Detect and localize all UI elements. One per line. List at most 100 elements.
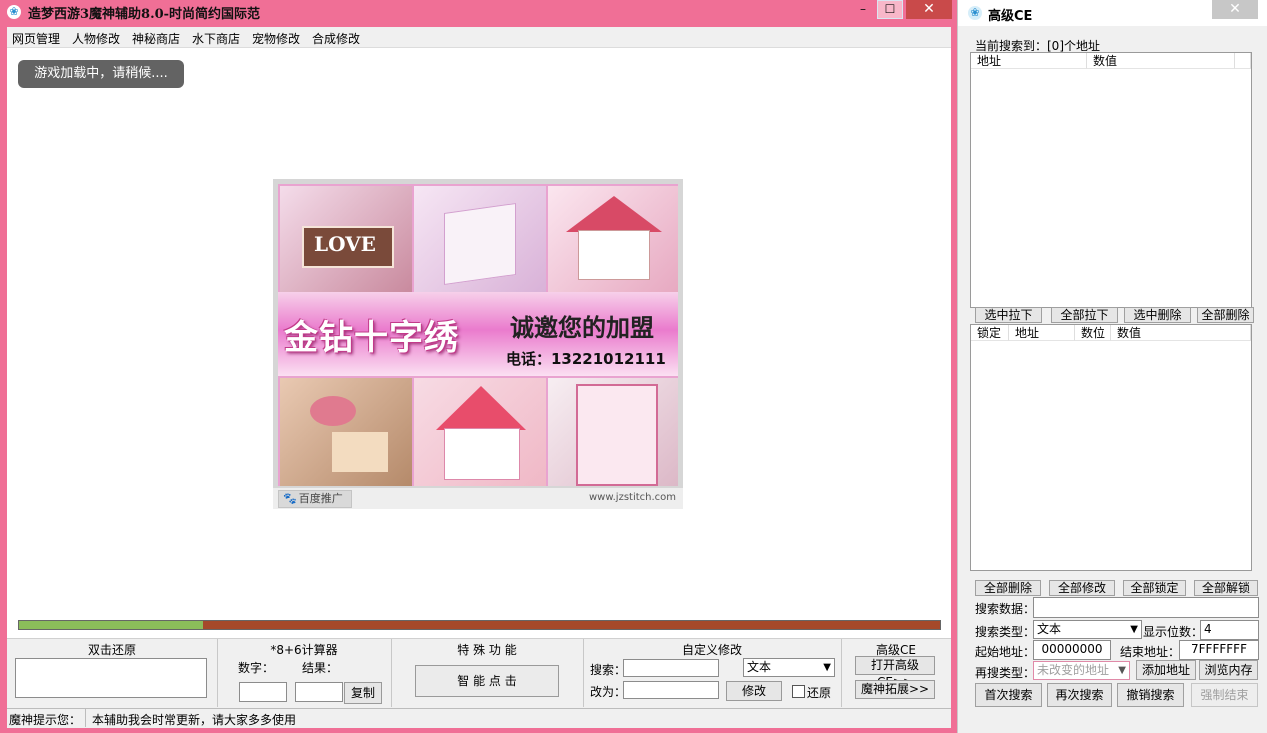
restore-checkbox[interactable] xyxy=(792,685,805,698)
close-button[interactable]: ✕ xyxy=(906,0,952,19)
number-label: 数字： xyxy=(238,661,275,675)
custom-change-input[interactable] xyxy=(623,681,719,699)
ad-badge[interactable]: 🐾 百度推广 xyxy=(278,490,352,508)
menu-synthesis-edit[interactable]: 合成修改 xyxy=(312,30,360,47)
ce-window: ❀ 高级CE ✕ 当前搜索到：[0]个地址 地址 数值 选中拉下 全部拉下 选中… xyxy=(957,0,1267,733)
ad-tile-caption: LOVE xyxy=(314,232,376,256)
app-icon: ❀ xyxy=(968,6,982,20)
display-digits-input[interactable]: 4 xyxy=(1200,620,1259,640)
status-text: 本辅助我会时常更新，请大家多多使用 xyxy=(92,713,297,727)
search-type-label: 搜索类型： xyxy=(975,625,1036,639)
group-calculator: *8+6计算器 数字： 结果： 复制 xyxy=(217,639,392,707)
browse-memory-button[interactable]: 浏览内存 xyxy=(1199,660,1258,680)
group-custom-modify: 自定义修改 搜索： 改为： 文本 ▼ 修改 还原 xyxy=(583,639,842,707)
group-restore: 双击还原 xyxy=(7,639,218,707)
number-input[interactable] xyxy=(239,682,287,702)
menu-underwater-shop[interactable]: 水下商店 xyxy=(192,30,240,47)
first-search-button[interactable]: 首次搜索 xyxy=(975,683,1042,707)
open-advanced-ce-button[interactable]: 打开高级CE>> xyxy=(855,656,935,689)
ad-badge-label: 百度推广 xyxy=(298,492,343,505)
custom-type-select[interactable]: 文本 ▼ xyxy=(743,658,835,677)
main-window: ❀ 造梦西游3魔神辅助8.0-时尚简约国际范 – ☐ ✕ 网页管理 人物修改 神… xyxy=(0,0,957,733)
status-bar: 魔神提示您： 本辅助我会时常更新，请大家多多使用 xyxy=(7,708,951,728)
status-divider xyxy=(85,709,86,727)
list-header-filler xyxy=(1235,53,1251,69)
loading-progress-fill xyxy=(19,621,203,629)
lock-delete-all-button[interactable]: 全部删除 xyxy=(975,580,1041,596)
lock-modify-all-button[interactable]: 全部修改 xyxy=(1049,580,1115,596)
result-label: 结果： xyxy=(302,661,339,675)
lock-header-digits[interactable]: 数位 xyxy=(1075,325,1111,341)
loading-progress-bar xyxy=(18,620,941,630)
start-address-input[interactable]: 00000000 xyxy=(1033,640,1111,660)
ad-brand-text: 金钻十字绣 xyxy=(284,318,459,358)
list-header-value[interactable]: 数值 xyxy=(1087,53,1235,69)
maximize-button[interactable]: ☐ xyxy=(877,0,903,19)
ad-tile-cabinet xyxy=(548,378,678,486)
group-restore-title: 双击还原 xyxy=(87,643,136,657)
smart-click-button[interactable]: 智 能 点 击 xyxy=(415,665,559,697)
pull-selected-button[interactable]: 选中拉下 xyxy=(975,307,1042,323)
force-end-button[interactable]: 强制结束 xyxy=(1191,683,1258,707)
bottom-panel: 双击还原 *8+6计算器 数字： 结果： 复制 特 殊 功 能 智 能 点 击 … xyxy=(7,638,951,709)
lock-header-value[interactable]: 数值 xyxy=(1111,325,1251,341)
delete-selected-button[interactable]: 选中删除 xyxy=(1124,307,1191,323)
paw-icon: 🐾 xyxy=(283,492,297,505)
menu-mystery-shop[interactable]: 神秘商店 xyxy=(132,30,180,47)
menu-character-edit[interactable]: 人物修改 xyxy=(72,30,120,47)
list-header-address[interactable]: 地址 xyxy=(971,53,1087,69)
lock-list[interactable]: 锁定 地址 数位 数值 xyxy=(970,324,1252,571)
ad-banner[interactable]: LOVE 金钻十字绣 诚邀您的加盟 电话：13221012111 🐾 百度推广 … xyxy=(273,179,683,509)
app-icon: ❀ xyxy=(7,5,21,19)
add-address-button[interactable]: 添加地址 xyxy=(1136,660,1196,680)
minimize-button[interactable]: – xyxy=(850,0,876,19)
menu-pet-edit[interactable]: 宠物修改 xyxy=(252,30,300,47)
lock-all-button[interactable]: 全部锁定 xyxy=(1123,580,1186,596)
menu-bar: 网页管理 人物修改 神秘商店 水下商店 宠物修改 合成修改 xyxy=(7,27,951,48)
chevron-down-icon: ▼ xyxy=(823,662,831,673)
research-type-select[interactable]: 未改变的地址 ▼ xyxy=(1033,661,1130,680)
ad-phone-text: 电话：13221012111 xyxy=(506,350,666,368)
window-title: 造梦西游3魔神辅助8.0-时尚简约国际范 xyxy=(28,7,261,22)
ce-window-title: 高级CE xyxy=(988,9,1033,24)
result-input[interactable] xyxy=(295,682,343,702)
restore-checkbox-label: 还原 xyxy=(807,686,832,700)
ad-headline-band: 金钻十字绣 诚邀您的加盟 电话：13221012111 xyxy=(278,292,678,376)
ad-tile-house xyxy=(414,378,546,486)
research-type-value: 未改变的地址 xyxy=(1037,663,1110,677)
undo-search-button[interactable]: 撤销搜索 xyxy=(1117,683,1184,707)
status-label: 魔神提示您： xyxy=(9,713,82,727)
ad-url[interactable]: www.jzstitch.com xyxy=(589,492,676,503)
end-address-input[interactable]: 7FFFFFFF xyxy=(1179,640,1259,660)
ad-tile-gift-box xyxy=(414,186,546,292)
search-type-select[interactable]: 文本 ▼ xyxy=(1033,620,1142,639)
ad-footer: 🐾 百度推广 www.jzstitch.com xyxy=(273,488,683,509)
ce-close-button[interactable]: ✕ xyxy=(1212,0,1258,19)
next-search-button[interactable]: 再次搜索 xyxy=(1047,683,1112,707)
web-view[interactable]: 游戏加载中，请稍候.... LOVE 金钻十字绣 诚邀您的加盟 电话：13221… xyxy=(7,48,951,638)
unlock-all-button[interactable]: 全部解锁 xyxy=(1194,580,1258,596)
ad-tile-flowers xyxy=(280,378,412,486)
loading-toast: 游戏加载中，请稍候.... xyxy=(18,60,184,88)
search-results-list[interactable]: 地址 数值 xyxy=(970,52,1252,308)
start-address-label: 起始地址： xyxy=(975,645,1036,659)
search-data-input[interactable] xyxy=(1033,597,1259,618)
lock-header-address[interactable]: 地址 xyxy=(1009,325,1075,341)
custom-search-input[interactable] xyxy=(623,659,719,677)
ad-image: LOVE 金钻十字绣 诚邀您的加盟 电话：13221012111 xyxy=(278,184,678,486)
lock-header-lock[interactable]: 锁定 xyxy=(971,325,1009,341)
modify-button[interactable]: 修改 xyxy=(726,681,782,701)
copy-button[interactable]: 复制 xyxy=(344,682,382,704)
group-custom-title: 自定义修改 xyxy=(681,643,742,657)
restore-textarea[interactable] xyxy=(15,658,207,698)
group-special-title: 特 殊 功 能 xyxy=(457,643,517,657)
delete-all-button[interactable]: 全部删除 xyxy=(1197,307,1254,323)
research-type-label: 再搜类型： xyxy=(975,666,1036,680)
search-type-value: 文本 xyxy=(1037,622,1062,636)
menu-web-manage[interactable]: 网页管理 xyxy=(12,30,60,47)
pull-all-button[interactable]: 全部拉下 xyxy=(1051,307,1118,323)
ce-titlebar: ❀ 高级CE ✕ xyxy=(958,0,1267,26)
demon-expand-button[interactable]: 魔神拓展>> xyxy=(855,680,935,699)
display-digits-label: 显示位数： xyxy=(1143,625,1204,639)
chevron-down-icon: ▼ xyxy=(1130,624,1138,635)
